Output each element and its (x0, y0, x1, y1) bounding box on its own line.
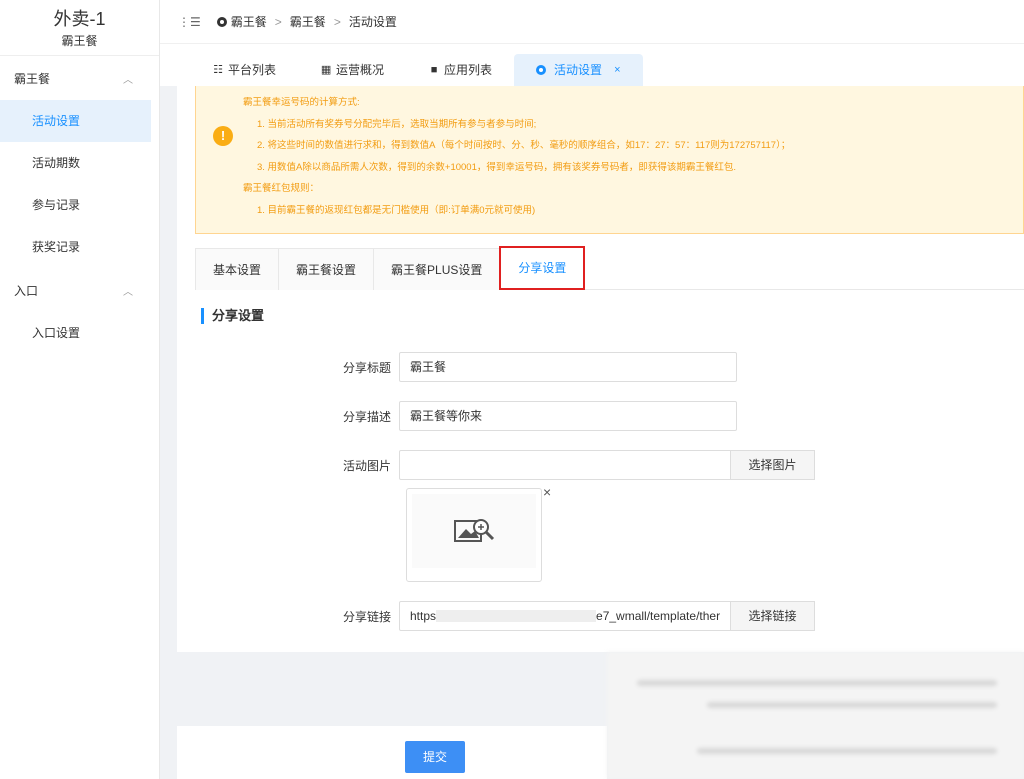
tab-label: 平台列表 (228, 63, 277, 77)
list-icon: ☷ (213, 64, 223, 76)
notice-box: ! 霸王餐幸运号码的计算方式: 1. 当前活动所有奖券号分配完毕后，选取当期所有… (195, 86, 1024, 234)
notice-line: 1. 当前活动所有奖券号分配完毕后，选取当期所有参与者参与时间; (257, 118, 537, 130)
share-link-value-start: https (410, 609, 437, 623)
close-icon[interactable]: × (614, 54, 620, 86)
tab-activity-settings[interactable]: 活动设置 × (514, 54, 643, 86)
share-title-label: 分享标题 (342, 360, 391, 375)
notice-heading: 霸王餐幸运号码的计算方式: (243, 97, 360, 108)
gear-icon (536, 65, 547, 75)
image-placeholder-icon (454, 519, 495, 542)
breadcrumb: ⋮☰ 霸王餐 > 霸王餐 > 活动设置 (160, 0, 1024, 44)
sidebar-item-award-records[interactable]: 获奖记录 (0, 226, 159, 268)
settings-tabs: 基本设置 霸王餐设置 霸王餐PLUS设置 分享设置 (195, 246, 1024, 290)
tab-operations-overview[interactable]: ▦ 运营概况 (298, 54, 406, 86)
share-link-value-end: e7_wmall/template/ther (596, 609, 721, 623)
share-link-label: 分享链接 (342, 609, 391, 624)
chevron-up-icon: ︿ (123, 74, 133, 86)
tab-basic-settings[interactable]: 基本设置 (195, 248, 280, 290)
breadcrumb-item: 活动设置 (348, 15, 397, 29)
apps-icon: ■ (430, 64, 438, 76)
share-title-input[interactable]: 霸王餐 (399, 352, 737, 382)
tab-app-list[interactable]: ■ 应用列表 (406, 54, 514, 86)
breadcrumb-separator: > (333, 14, 341, 29)
tab-share-settings[interactable]: 分享设置 (499, 246, 586, 290)
image-preview (406, 488, 542, 582)
image-placeholder (412, 494, 536, 568)
remove-image-close-icon[interactable]: × (543, 484, 551, 500)
brand: 外卖-1 霸王餐 (0, 0, 159, 56)
sidebar: 外卖-1 霸王餐 霸王餐 ︿ 活动设置 活动期数 参与记录 获奖记录 入口 ︿ … (0, 0, 160, 779)
notice-line: 3. 用数值A除以商品所需人次数，得到的余数+10001，得到幸运号码，拥有该奖… (257, 161, 737, 173)
notice-line: 2. 将这些时间的数值进行求和，得到数值A（每个时间按时、分、秒、毫秒的顺序组合… (257, 140, 791, 151)
sidebar-group-label: 霸王餐 (14, 71, 51, 86)
activity-image-label: 活动图片 (342, 458, 391, 473)
tab-label: 运营概况 (336, 63, 385, 77)
select-link-button[interactable]: 选择链接 (731, 601, 815, 631)
brand-subtitle: 霸王餐 (61, 34, 98, 48)
page-tabs: ☷ 平台列表 ▦ 运营概况 ■ 应用列表 活动设置 × (160, 44, 1024, 86)
chevron-up-icon: ︿ (123, 286, 133, 298)
sidebar-group-entry[interactable]: 入口 ︿ (0, 268, 159, 312)
sidebar-item-activity-settings[interactable]: 活动设置 (0, 100, 151, 142)
gear-icon (216, 16, 227, 27)
sidebar-group-label: 入口 (14, 283, 39, 298)
submit-button[interactable]: 提交 (405, 741, 465, 773)
tab-bawangcan-settings[interactable]: 霸王餐设置 (278, 248, 375, 290)
tab-label: 应用列表 (444, 63, 493, 77)
share-link-input[interactable]: https e7_wmall/template/ther (399, 601, 731, 631)
tab-platform-list[interactable]: ☷ 平台列表 (190, 54, 298, 86)
blurred-region (607, 652, 1024, 779)
share-desc-row: 分享描述 霸王餐等你来 (177, 401, 737, 431)
blurred-line (697, 748, 997, 754)
select-image-button[interactable]: 选择图片 (731, 450, 815, 480)
tab-label: 活动设置 (554, 63, 603, 77)
blurred-url-segment (436, 610, 597, 622)
activity-image-input[interactable] (399, 450, 731, 480)
brand-title: 外卖-1 (53, 9, 106, 29)
sidebar-item-entry-settings[interactable]: 入口设置 (0, 312, 159, 354)
warning-icon: ! (213, 126, 233, 146)
share-title-row: 分享标题 霸王餐 (177, 352, 737, 382)
notice-line: 1. 目前霸王餐的返现红包都是无门槛使用（即:订单满0元就可使用) (257, 204, 536, 216)
section-title: 分享设置 (201, 308, 264, 324)
grid-icon: ▦ (320, 64, 332, 76)
menu-toggle-icon[interactable]: ⋮☰ (178, 15, 201, 29)
activity-image-row: 活动图片 选择图片 (177, 450, 815, 480)
share-desc-input[interactable]: 霸王餐等你来 (399, 401, 737, 431)
tab-bawangcan-plus-settings[interactable]: 霸王餐PLUS设置 (373, 248, 501, 290)
sidebar-group-bawangcan[interactable]: 霸王餐 ︿ (0, 56, 159, 100)
notice-heading: 霸王餐红包规则： (243, 183, 320, 194)
share-link-row: 分享链接 https e7_wmall/template/ther 选择链接 (177, 601, 815, 631)
breadcrumb-item[interactable]: 霸王餐 (231, 13, 267, 30)
sidebar-item-participation-records[interactable]: 参与记录 (0, 184, 159, 226)
breadcrumb-separator: > (274, 14, 282, 29)
share-desc-label: 分享描述 (342, 409, 391, 424)
blurred-line (707, 702, 997, 708)
main-content: ! 霸王餐幸运号码的计算方式: 1. 当前活动所有奖券号分配完毕后，选取当期所有… (177, 86, 1024, 652)
breadcrumb-item[interactable]: 霸王餐 (290, 13, 326, 30)
blurred-line (637, 680, 997, 686)
footer-bar: 提交 (177, 726, 607, 779)
sidebar-item-activity-periods[interactable]: 活动期数 (0, 142, 159, 184)
